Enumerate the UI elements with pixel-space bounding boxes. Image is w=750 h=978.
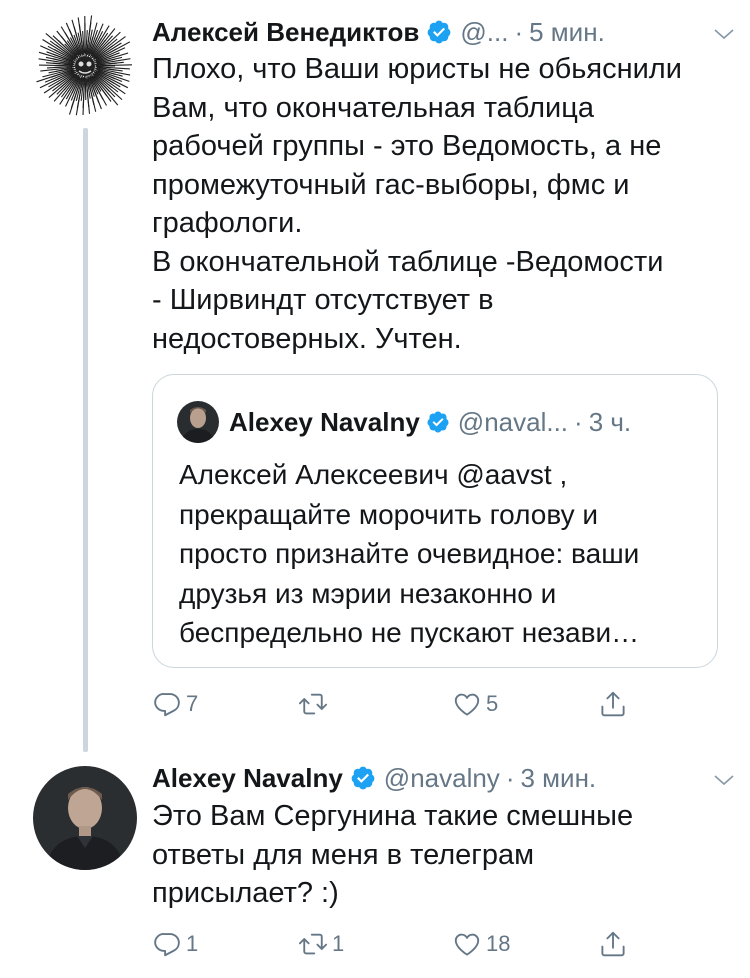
verified-badge-icon — [426, 410, 450, 434]
avatar-image — [33, 14, 137, 118]
like-button[interactable]: 5 — [452, 684, 498, 724]
verified-badge-icon — [350, 765, 376, 791]
reply-button[interactable]: 1 — [152, 924, 198, 964]
like-count: 18 — [486, 931, 511, 956]
quoted-author-handle: @naval... — [457, 406, 569, 437]
action-bar: 1 1 18 — [152, 924, 652, 964]
verified-badge-icon — [426, 19, 452, 45]
share-button[interactable] — [598, 684, 628, 724]
retweet-icon — [298, 689, 328, 719]
avatar-image — [33, 766, 137, 870]
like-icon — [452, 689, 482, 719]
tweet-navalny[interactable]: Alexey Navalny @navalny · 3 мин. Это Вам… — [0, 750, 750, 978]
share-icon — [598, 929, 628, 959]
retweet-icon — [298, 929, 328, 959]
retweet-button[interactable]: 1 — [298, 924, 344, 964]
author-handle[interactable]: @... — [460, 17, 508, 48]
quoted-avatar-image — [177, 401, 219, 443]
author-name[interactable]: Alexey Navalny — [152, 763, 343, 794]
chevron-down-icon[interactable] — [712, 768, 736, 792]
quoted-timestamp: 3 ч. — [588, 406, 632, 437]
reply-count: 7 — [186, 691, 199, 716]
quoted-header: Alexey Navalny @naval... · 3 ч. — [229, 401, 631, 443]
tweet-venediktov[interactable]: Алексей Венедиктов @... · 5 мин. Плохо, … — [0, 0, 750, 752]
chevron-down-icon[interactable] — [712, 22, 736, 46]
like-count: 5 — [486, 691, 499, 716]
quoted-tweet[interactable]: Alexey Navalny @naval... · 3 ч. Алексей … — [152, 374, 718, 668]
separator-dot: · — [505, 762, 515, 793]
like-icon — [452, 929, 482, 959]
retweet-count: 1 — [332, 931, 345, 956]
timestamp[interactable]: 3 мин. — [520, 763, 596, 794]
quoted-author-avatar — [177, 401, 219, 443]
separator-dot: · — [574, 406, 583, 437]
reply-icon — [152, 929, 182, 959]
timestamp[interactable]: 5 мин. — [529, 17, 605, 48]
quoted-author-name: Alexey Navalny — [229, 406, 420, 437]
reply-icon — [152, 689, 182, 719]
share-button[interactable] — [598, 924, 628, 964]
quoted-text: Алексей Алексеевич @aavst , прекращайте … — [179, 459, 640, 648]
tweet-header: Алексей Венедиктов @... · 5 мин. — [152, 12, 730, 52]
thread-line — [83, 128, 88, 752]
author-name[interactable]: Алексей Венедиктов — [152, 17, 419, 48]
tweet-header: Alexey Navalny @navalny · 3 мин. — [152, 758, 730, 798]
tweet-text: Плохо, что Ваши юристы не обьяснили Вам,… — [152, 53, 682, 355]
like-button[interactable]: 18 — [452, 924, 510, 964]
reply-button[interactable]: 7 — [152, 684, 198, 724]
action-bar: 7 5 — [152, 684, 652, 724]
author-handle[interactable]: @navalny — [384, 763, 500, 794]
share-icon — [598, 689, 628, 719]
reply-count: 1 — [186, 931, 199, 956]
author-avatar[interactable] — [33, 14, 137, 118]
tweet-text: Это Вам Сергунина такие смешные ответы д… — [152, 800, 634, 909]
separator-dot: · — [514, 16, 524, 47]
author-avatar[interactable] — [33, 766, 137, 870]
retweet-button[interactable] — [298, 684, 332, 724]
